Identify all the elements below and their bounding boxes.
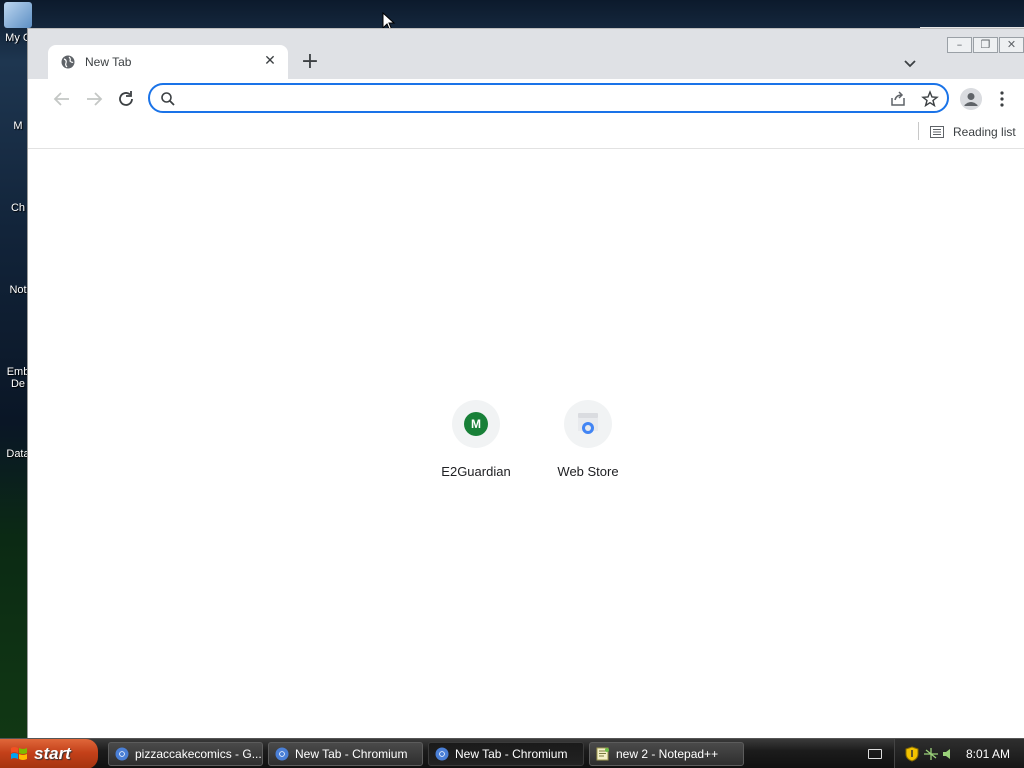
restore-button[interactable]: ❐ bbox=[973, 37, 998, 53]
reading-list-button[interactable]: Reading list bbox=[930, 122, 1016, 142]
shortcut-web-store[interactable]: Web Store bbox=[532, 400, 644, 479]
taskbar-item-label: New Tab - Chromium bbox=[455, 747, 568, 761]
chromium-icon bbox=[435, 747, 449, 761]
shortcut-tile bbox=[564, 400, 612, 448]
reading-list-icon bbox=[930, 126, 944, 138]
back-arrow-icon[interactable] bbox=[50, 87, 74, 111]
search-icon bbox=[161, 92, 175, 106]
taskbar-item-label: pizzaccakecomics - G... bbox=[135, 747, 262, 761]
computer-icon bbox=[4, 2, 32, 28]
taskbar-item-new-tab-1[interactable]: New Tab - Chromium bbox=[268, 742, 423, 766]
tab-new-tab[interactable]: New Tab ✕ bbox=[48, 45, 288, 79]
security-shield-icon[interactable] bbox=[905, 746, 919, 762]
taskbar-item-new-tab-2[interactable]: New Tab - Chromium bbox=[428, 742, 584, 766]
taskbar-item-label: new 2 - Notepad++ bbox=[616, 747, 719, 761]
tab-strip: New Tab ✕ + – ❐ ✕ bbox=[28, 29, 1024, 79]
window-controls: – ❐ ✕ bbox=[946, 37, 1024, 53]
shortcut-tile: M bbox=[452, 400, 500, 448]
bookmark-star-icon[interactable] bbox=[921, 90, 939, 108]
shortcut-label: E2Guardian bbox=[441, 464, 511, 479]
system-tray: 8:01 AM bbox=[894, 739, 1024, 768]
notepad-plus-plus-icon bbox=[596, 747, 609, 761]
bookmarks-bar: Reading list bbox=[28, 119, 1024, 149]
web-store-icon bbox=[578, 413, 598, 434]
chromium-icon bbox=[275, 747, 289, 761]
close-tab-icon[interactable]: ✕ bbox=[262, 53, 278, 69]
more-menu-icon[interactable] bbox=[994, 88, 1010, 110]
new-tab-button[interactable]: + bbox=[298, 51, 322, 75]
profile-avatar-icon[interactable] bbox=[960, 88, 982, 110]
share-icon[interactable] bbox=[889, 90, 907, 108]
globe-icon bbox=[61, 55, 75, 69]
omnibox-input[interactable] bbox=[184, 89, 864, 109]
toolbar bbox=[28, 79, 1024, 119]
reading-list-label: Reading list bbox=[953, 125, 1016, 139]
clock: 8:01 AM bbox=[965, 747, 1010, 761]
taskbar-item-notepad[interactable]: new 2 - Notepad++ bbox=[589, 742, 744, 766]
browser-window: New Tab ✕ + – ❐ ✕ Reading list M E2Guard… bbox=[27, 28, 1024, 739]
reload-icon[interactable] bbox=[114, 87, 138, 111]
taskbar: start pizzaccakecomics - G... New Tab - … bbox=[0, 738, 1024, 768]
minimize-button[interactable]: – bbox=[947, 37, 972, 53]
new-tab-page: M E2Guardian Web Store bbox=[28, 150, 1024, 739]
chromium-icon bbox=[115, 747, 129, 761]
taskbar-item-label: New Tab - Chromium bbox=[295, 747, 408, 761]
m-badge-icon: M bbox=[464, 412, 488, 436]
chevron-down-icon[interactable] bbox=[900, 53, 920, 73]
network-icon[interactable] bbox=[923, 747, 939, 761]
bookmarks-separator bbox=[918, 122, 919, 140]
start-button[interactable]: start bbox=[0, 739, 98, 768]
shortcut-e2guardian[interactable]: M E2Guardian bbox=[420, 400, 532, 479]
shortcut-label: Web Store bbox=[557, 464, 619, 479]
forward-arrow-icon[interactable] bbox=[82, 87, 106, 111]
tab-title: New Tab bbox=[85, 55, 132, 69]
keyboard-icon[interactable] bbox=[868, 749, 882, 759]
windows-logo-icon bbox=[11, 747, 27, 760]
address-bar[interactable] bbox=[148, 83, 949, 113]
taskbar-item-pizzacakecomics[interactable]: pizzaccakecomics - G... bbox=[108, 742, 263, 766]
start-label: start bbox=[34, 744, 71, 763]
volume-icon[interactable] bbox=[941, 747, 955, 761]
close-window-button[interactable]: ✕ bbox=[999, 37, 1024, 53]
